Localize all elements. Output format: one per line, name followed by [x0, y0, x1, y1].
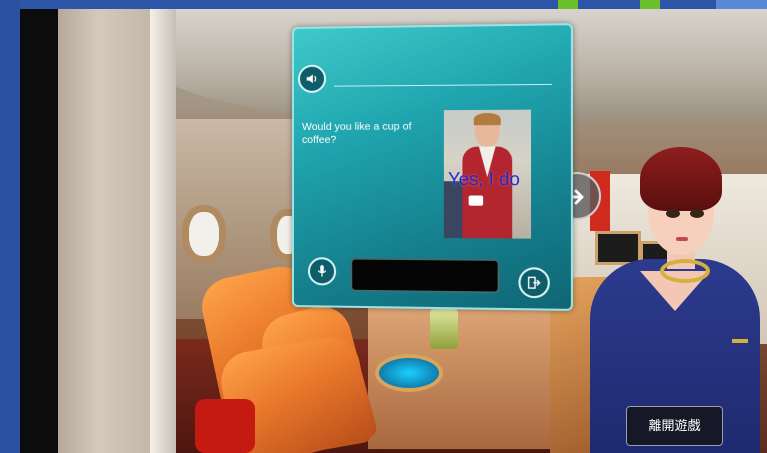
dialog-divider [334, 83, 552, 87]
question-text: Would you like a cup of coffee? [301, 120, 412, 146]
top-bar [0, 0, 767, 9]
top-bar-segment-blue [716, 0, 767, 9]
left-frame [0, 0, 20, 453]
dialog-panel: Would you like a cup of coffee? Yes, I d… [292, 23, 574, 311]
photo-coffee-cup [468, 195, 484, 206]
attendant-badge [732, 339, 748, 343]
attendant-hair [640, 147, 722, 211]
leave-game-button[interactable]: 離開遊戲 [626, 406, 723, 446]
attendant-eye [690, 209, 704, 218]
cups [430, 309, 458, 349]
game-viewport: Would you like a cup of coffee? Yes, I d… [0, 0, 767, 453]
cabin-pillar [58, 9, 158, 453]
serving-tray [375, 354, 443, 392]
speaker-icon[interactable] [297, 64, 327, 93]
image-caption: Yes, I do [448, 169, 520, 190]
answer-display [350, 257, 500, 294]
answer-hint-image: Yes, I do [443, 109, 532, 239]
top-bar-segment-green [558, 0, 578, 9]
top-bar-segment-green-2 [640, 0, 660, 9]
cabin-window [182, 205, 226, 263]
attendant-mouth [676, 237, 688, 241]
cabin-pillar-edge [150, 9, 176, 453]
attendant-necklace [660, 259, 710, 283]
seat-cushion [195, 399, 255, 453]
photo-attendant-hair [473, 112, 501, 126]
exit-icon[interactable] [518, 267, 550, 299]
attendant-eye [666, 209, 680, 218]
dark-pillar [20, 9, 58, 453]
microphone-icon[interactable] [307, 257, 337, 286]
